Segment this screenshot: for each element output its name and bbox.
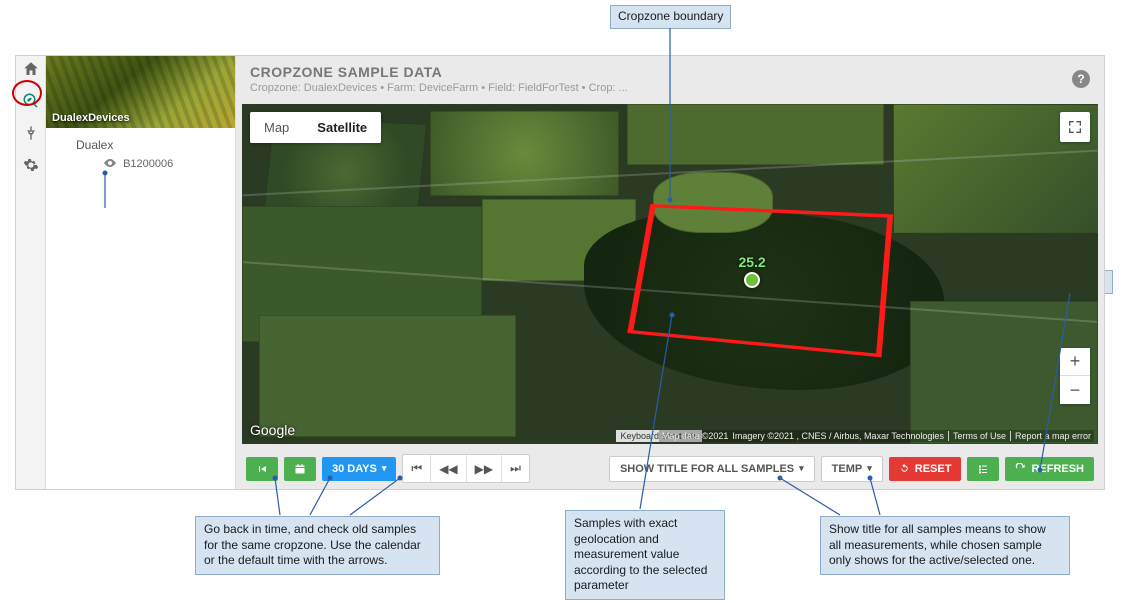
refresh-label: REFRESH <box>1031 463 1084 475</box>
reset-button[interactable]: RESET <box>889 457 962 481</box>
show-title-dropdown[interactable]: SHOW TITLE FOR ALL SAMPLES <box>609 456 815 482</box>
sample-dot-icon <box>744 272 760 288</box>
map-type-map[interactable]: Map <box>250 112 303 143</box>
search-leaf-icon[interactable] <box>22 92 40 110</box>
cropzone-banner[interactable]: DualexDevices <box>46 56 235 128</box>
zoom-control: + − <box>1060 348 1090 404</box>
help-icon[interactable]: ? <box>1072 70 1090 88</box>
device-group[interactable]: Dualex <box>52 138 229 152</box>
credit-mapdata: Map data ©2021 <box>662 431 729 441</box>
nav-last-button[interactable]: ⏭ <box>501 455 529 482</box>
annotation-show-title: Show title for all samples means to show… <box>820 516 1070 575</box>
google-logo: Google <box>250 422 295 438</box>
terms-link[interactable]: Terms of Use <box>948 431 1006 441</box>
settings-icon[interactable] <box>22 156 40 174</box>
nav-first-button[interactable]: ⏮ <box>403 455 430 482</box>
cropzone-banner-title: DualexDevices <box>52 112 130 124</box>
time-nav-group: ⏮ ◀◀ ▶▶ ⏭ <box>402 454 530 483</box>
annotation-sample: Samples with exact geolocation and measu… <box>565 510 725 600</box>
map-credits: Map data ©2021 Imagery ©2021 , CNES / Ai… <box>659 430 1094 442</box>
page-title: CROPZONE SAMPLE DATA <box>250 64 628 80</box>
zoom-out-button[interactable]: − <box>1060 376 1090 404</box>
parameter-dropdown[interactable]: TEMP <box>821 456 883 482</box>
sample-marker[interactable]: 25.2 <box>738 254 765 288</box>
sample-value-label: 25.2 <box>738 254 765 270</box>
annotation-cropzone-boundary: Cropzone boundary <box>610 5 731 29</box>
annotation-time-nav: Go back in time, and check old samples f… <box>195 516 440 575</box>
app-frame: DualexDevices Dualex B1200006 CROPZONE S… <box>15 55 1105 490</box>
map[interactable]: Map Satellite 25.2 + − Google Keyboard s… <box>242 104 1098 444</box>
pin-icon[interactable] <box>22 124 40 142</box>
date-range-dropdown[interactable]: 30 DAYS <box>322 457 396 481</box>
reset-label: RESET <box>915 463 952 475</box>
zoom-in-button[interactable]: + <box>1060 348 1090 376</box>
nav-prev-button[interactable]: ◀◀ <box>430 455 465 482</box>
filter-button[interactable] <box>967 457 999 481</box>
home-icon[interactable] <box>22 60 40 78</box>
nav-rail <box>16 56 46 489</box>
main-panel: CROPZONE SAMPLE DATA Cropzone: DualexDev… <box>236 56 1104 489</box>
device-item[interactable]: B1200006 <box>52 158 229 170</box>
calendar-button[interactable] <box>284 457 316 481</box>
device-tree: Dualex B1200006 <box>46 128 235 180</box>
credit-imagery: Imagery ©2021 , CNES / Airbus, Maxar Tec… <box>732 431 944 441</box>
toolbar: 30 DAYS ⏮ ◀◀ ▶▶ ⏭ SHOW TITLE FOR ALL SAM… <box>236 448 1104 489</box>
visibility-icon[interactable] <box>104 158 116 170</box>
nav-next-button[interactable]: ▶▶ <box>466 455 501 482</box>
breadcrumb: Cropzone: DualexDevices • Farm: DeviceFa… <box>250 82 628 94</box>
device-id-label: B1200006 <box>123 158 173 170</box>
page-header: CROPZONE SAMPLE DATA Cropzone: DualexDev… <box>236 56 1104 102</box>
first-sample-button[interactable] <box>246 457 278 481</box>
sidebar: DualexDevices Dualex B1200006 <box>46 56 236 489</box>
report-error-link[interactable]: Report a map error <box>1010 431 1091 441</box>
fullscreen-button[interactable] <box>1060 112 1090 142</box>
map-type-satellite[interactable]: Satellite <box>303 112 381 143</box>
refresh-button[interactable]: REFRESH <box>1005 457 1094 481</box>
map-type-control: Map Satellite <box>250 112 381 143</box>
